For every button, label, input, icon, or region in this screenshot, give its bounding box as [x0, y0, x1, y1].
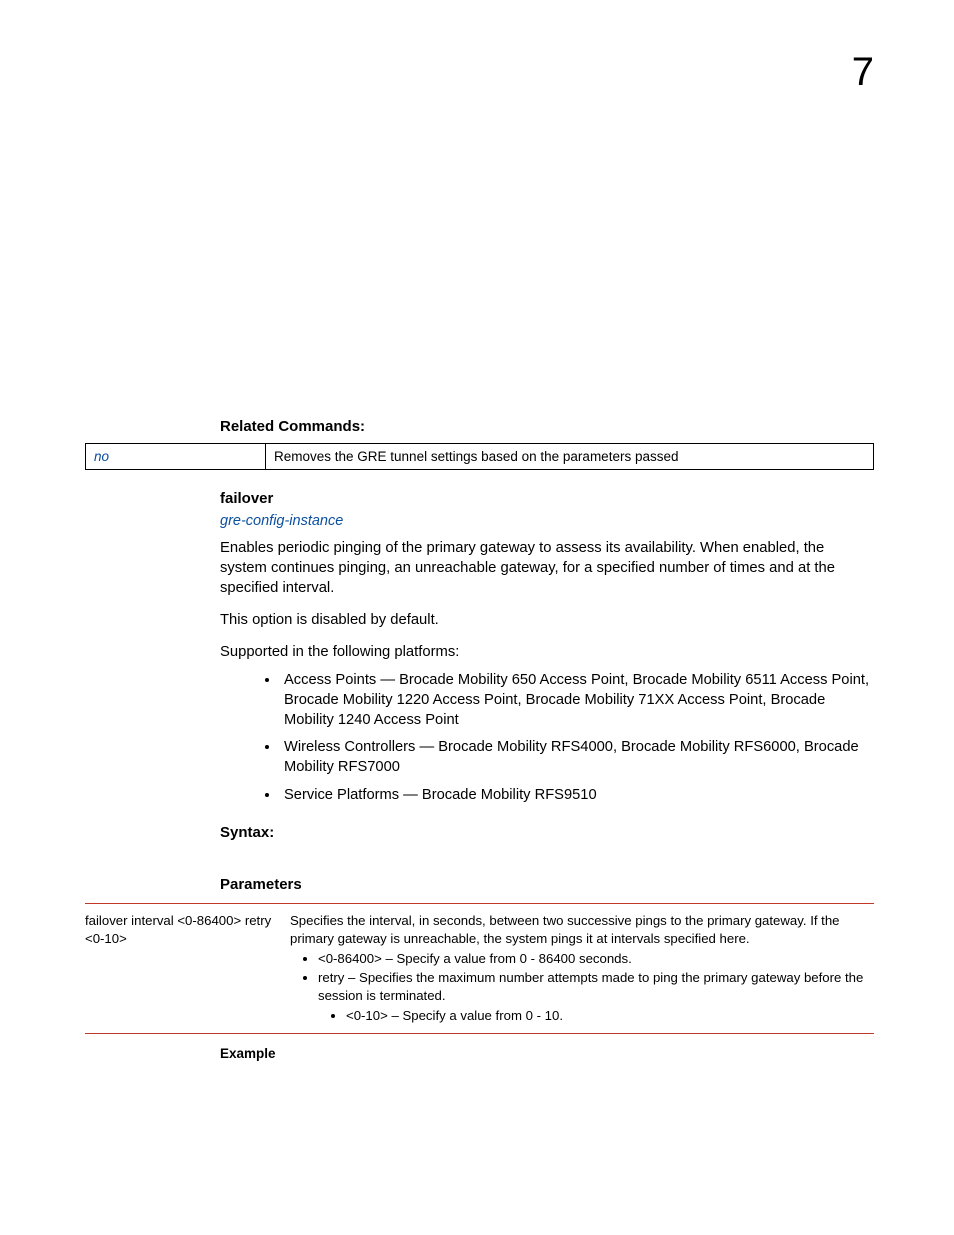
list-item: Wireless Controllers — Brocade Mobility … — [280, 738, 874, 778]
param-desc-intro: Specifies the interval, in seconds, betw… — [290, 913, 840, 946]
list-item: <0-86400> – Specify a value from 0 - 864… — [318, 950, 874, 968]
parameters-heading: Parameters — [220, 876, 874, 893]
parameters-table: failover interval <0-86400> retry <0-10>… — [85, 903, 874, 1034]
example-heading: Example — [220, 1046, 874, 1061]
platform-list: Access Points — Brocade Mobility 650 Acc… — [280, 671, 874, 806]
failover-para-1: Enables periodic pinging of the primary … — [220, 539, 874, 599]
failover-para-2: This option is disabled by default. — [220, 611, 874, 631]
syntax-heading: Syntax: — [220, 824, 874, 841]
param-retry-text: retry – Specifies the maximum number att… — [318, 970, 863, 1003]
param-desc-cell: Specifies the interval, in seconds, betw… — [290, 912, 874, 1025]
failover-section: failover gre-config-instance Enables per… — [220, 490, 874, 841]
list-item: Service Platforms — Brocade Mobility RFS… — [280, 786, 874, 806]
chapter-number: 7 — [852, 50, 874, 95]
parameters-section: Parameters — [220, 876, 874, 893]
example-section: Example — [220, 1046, 874, 1061]
related-commands-table: no Removes the GRE tunnel settings based… — [85, 443, 874, 470]
page-content: Related Commands: no Removes the GRE tun… — [85, 418, 874, 1061]
related-commands-section: Related Commands: — [220, 418, 874, 435]
page: 7 Related Commands: no Removes the GRE t… — [0, 0, 954, 1235]
gre-config-link[interactable]: gre-config-instance — [220, 513, 874, 529]
failover-heading: failover — [220, 490, 874, 507]
related-commands-heading: Related Commands: — [220, 418, 874, 435]
list-item: Access Points — Brocade Mobility 650 Acc… — [280, 671, 874, 731]
failover-para-3: Supported in the following platforms: — [220, 643, 874, 663]
list-item: <0-10> – Specify a value from 0 - 10. — [346, 1007, 874, 1025]
table-row: no Removes the GRE tunnel settings based… — [86, 444, 874, 470]
rc-desc-cell: Removes the GRE tunnel settings based on… — [266, 444, 874, 470]
param-syntax-cell: failover interval <0-86400> retry <0-10> — [85, 912, 290, 1025]
list-item: retry – Specifies the maximum number att… — [318, 969, 874, 1024]
rc-cmd-cell: no — [86, 444, 266, 470]
table-row: failover interval <0-86400> retry <0-10>… — [85, 912, 874, 1025]
